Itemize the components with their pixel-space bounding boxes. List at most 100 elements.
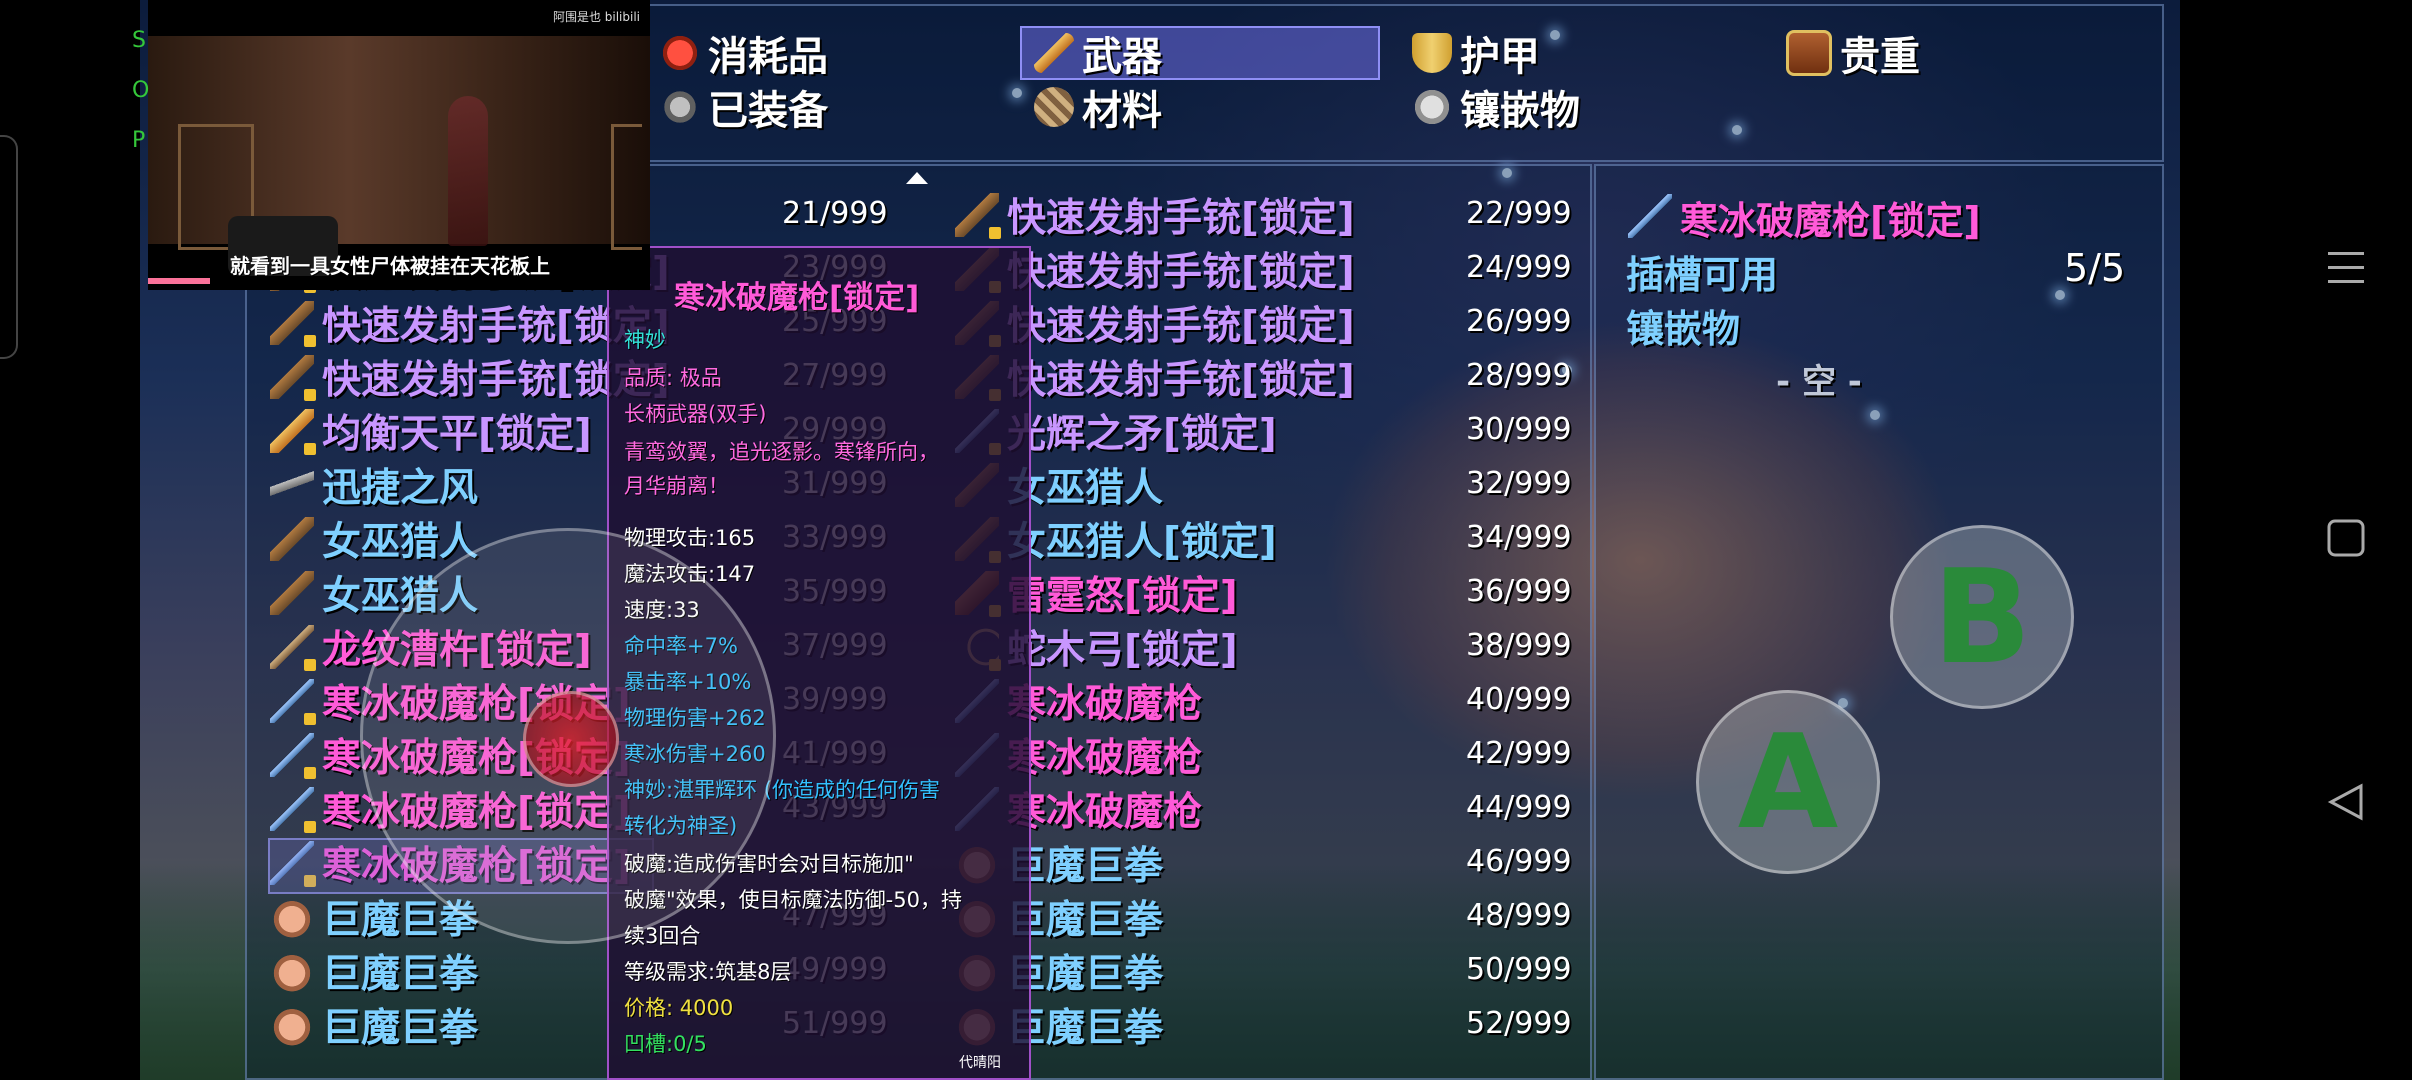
item-name: 寒冰破魔枪 — [1007, 736, 1203, 781]
lock-icon — [304, 767, 316, 779]
tab-weapons[interactable]: 武器 — [1020, 26, 1380, 80]
item-count: 24/999 — [1466, 250, 1572, 285]
tab-label: 贵重 — [1840, 34, 1920, 80]
spear-icon — [270, 733, 316, 779]
item-count: 52/999 — [1466, 1006, 1572, 1041]
b-button[interactable]: B — [1890, 525, 2074, 709]
home-icon[interactable] — [2316, 508, 2376, 568]
item-name: 快速发射手铳[锁定] — [1007, 196, 1355, 241]
a-button[interactable]: A — [1696, 690, 1880, 874]
lock-icon — [304, 389, 316, 401]
video-frame — [148, 36, 650, 276]
item-name: 均衡天平[锁定] — [322, 412, 592, 457]
spear-icon — [270, 787, 316, 833]
lock-icon — [304, 443, 316, 455]
floating-video-player[interactable]: 阿围是也 bilibili 就看到一具女性尸体被挂在天花板上 — [148, 0, 650, 290]
tab-consumables[interactable]: 消耗品 — [660, 28, 828, 80]
gun-icon — [270, 301, 316, 347]
item-row[interactable]: 巨魔巨拳 — [270, 946, 479, 997]
joystick-knob[interactable] — [523, 691, 619, 787]
chest-icon — [1786, 30, 1832, 76]
item-row[interactable]: 巨魔巨拳 — [270, 1000, 479, 1051]
virtual-joystick[interactable] — [360, 528, 776, 944]
scroll-up-arrow-icon[interactable] — [906, 172, 928, 184]
tooltip-line: 神妙 — [624, 328, 666, 352]
video-subtitle: 就看到一具女性尸体被挂在天花板上 — [230, 254, 550, 278]
video-watermark: 阿围是也 bilibili — [552, 10, 640, 24]
gun-icon — [270, 355, 316, 401]
item-count: 22/999 — [1466, 196, 1572, 231]
item-row[interactable]: 女巫猎人 — [270, 514, 479, 565]
item-name: 快速发射手铳[锁定] — [1007, 304, 1355, 349]
shield-icon — [1412, 33, 1452, 73]
item-name: 女巫猎人[锁定] — [1007, 520, 1277, 565]
tooltip-line: 青鸾敛翼，追光逐影。寒锋所向， — [624, 440, 939, 464]
slots-value: 5/5 — [2064, 246, 2126, 290]
item-count: 26/999 — [1466, 304, 1572, 339]
item-count: 50/999 — [1466, 952, 1572, 987]
gem-icon — [1412, 87, 1452, 127]
tooltip-line: 月华崩离！ — [624, 474, 729, 498]
door — [611, 124, 642, 250]
lock-icon — [304, 713, 316, 725]
tooltip-line: 凹槽:0/5 — [624, 1032, 707, 1056]
sword-icon — [1034, 33, 1074, 73]
lock-icon — [304, 821, 316, 833]
detail-item-icon — [1628, 194, 1672, 238]
item-name: 光辉之矛[锁定] — [1007, 412, 1277, 457]
tooltip-footer: 代晴阳 — [959, 1055, 1001, 1071]
tab-label: 护甲 — [1460, 34, 1540, 80]
tooltip-line: 长柄武器(双手) — [624, 402, 767, 426]
spear-icon — [270, 679, 316, 725]
category-tab-bar — [645, 4, 2164, 162]
inlay-empty-text: - 空 - — [1776, 362, 1862, 402]
item-count: 28/999 — [1466, 358, 1572, 393]
lock-icon — [304, 659, 316, 671]
tab-materials[interactable]: 材料 — [1034, 82, 1162, 134]
gun-icon — [270, 517, 314, 561]
tab-armor[interactable]: 护甲 — [1412, 28, 1540, 80]
hanging-figure — [448, 96, 488, 246]
item-name: 巨魔巨拳 — [322, 1006, 479, 1051]
item-row[interactable]: 均衡天平[锁定] — [270, 406, 592, 457]
cross-icon — [270, 463, 314, 507]
item-name: 寒冰破魔枪 — [1007, 790, 1203, 835]
lock-icon — [304, 335, 316, 347]
edge-panel-handle[interactable] — [0, 135, 18, 359]
item-name: 雷霆怒[锁定] — [1007, 574, 1238, 619]
pole-icon — [270, 625, 316, 671]
item-count: 42/999 — [1466, 736, 1572, 771]
side-letter: O — [132, 78, 150, 103]
sword-icon — [270, 409, 316, 455]
lock-icon — [989, 227, 1001, 239]
tab-label: 镶嵌物 — [1460, 88, 1580, 134]
side-letter: P — [132, 128, 146, 153]
gun-icon — [270, 571, 314, 615]
tab-equipped[interactable]: 已装备 — [660, 82, 828, 134]
equipped-icon — [660, 87, 700, 127]
back-icon[interactable] — [2316, 772, 2376, 832]
item-name: 巨魔巨拳 — [322, 952, 479, 997]
tab-label: 材料 — [1082, 88, 1162, 134]
item-name: 女巫猎人 — [322, 520, 479, 565]
item-count: 40/999 — [1466, 682, 1572, 717]
item-count: 38/999 — [1466, 628, 1572, 663]
video-progress-bar — [148, 278, 210, 284]
tab-inlays[interactable]: 镶嵌物 — [1412, 82, 1580, 134]
fist-icon — [270, 895, 314, 939]
gun-icon — [955, 193, 1001, 239]
item-row[interactable]: 迅捷之风 — [270, 460, 478, 511]
tab-label: 消耗品 — [708, 34, 828, 80]
side-letter: S — [132, 28, 146, 53]
item-count: 21/999 — [782, 196, 888, 231]
item-row[interactable]: 快速发射手铳[锁定] — [955, 190, 1355, 241]
tooltip-line: 品质: 极品 — [624, 366, 722, 390]
potion-icon — [660, 33, 700, 73]
recent-apps-icon[interactable] — [2316, 238, 2376, 298]
item-name: 快速发射手铳[锁定] — [1007, 358, 1355, 403]
tab-label: 已装备 — [708, 88, 828, 134]
tab-valuables[interactable]: 贵重 — [1786, 28, 1920, 80]
item-name: 蛇木弓[锁定] — [1007, 628, 1238, 673]
tooltip-line: 等级需求:筑基8层 — [624, 960, 792, 984]
item-name: 寒冰破魔枪 — [1007, 682, 1203, 727]
